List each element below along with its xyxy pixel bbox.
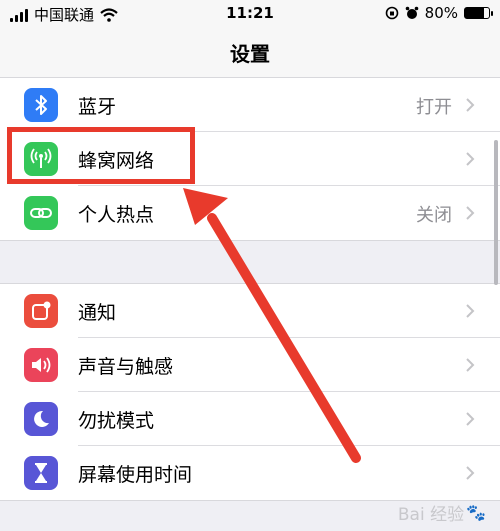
watermark: Bai 经验 🐾	[398, 500, 486, 525]
watermark-text: Bai 经验	[397, 505, 465, 525]
baidu-paw-icon: 🐾	[466, 503, 486, 522]
annotation-arrow	[183, 188, 361, 463]
